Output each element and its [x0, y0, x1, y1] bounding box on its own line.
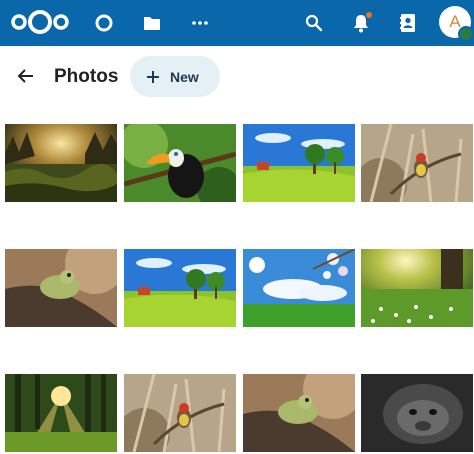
photo-gorilla-bw[interactable] [361, 374, 473, 452]
new-button[interactable]: New [130, 56, 220, 97]
notification-dot [366, 12, 372, 18]
photo-bird-in-reeds[interactable] [124, 374, 236, 452]
photo-frog-on-rock[interactable] [243, 374, 355, 452]
photo-toucan[interactable] [124, 124, 236, 202]
photo-forest-sunset[interactable] [5, 124, 117, 202]
back-button[interactable] [12, 62, 40, 90]
photo-bird-in-reeds[interactable] [361, 124, 473, 202]
contacts-icon[interactable] [393, 8, 423, 38]
new-button-label: New [170, 68, 199, 85]
more-apps-icon[interactable] [186, 9, 214, 37]
top-header [0, 0, 474, 46]
status-indicator [458, 26, 474, 42]
nextcloud-logo-icon[interactable] [8, 8, 72, 36]
photo-sky-blossoms[interactable] [243, 249, 355, 327]
back-arrow-icon [17, 69, 33, 83]
page-title: Photos [54, 66, 119, 87]
photo-forest-sunbeams[interactable] [5, 374, 117, 452]
search-icon[interactable] [300, 9, 328, 37]
photo-cartoon-meadow[interactable] [124, 249, 236, 327]
circle-app-icon[interactable] [90, 9, 118, 37]
photo-cartoon-meadow[interactable] [243, 124, 355, 202]
photo-sunlit-flower-meadow[interactable] [361, 249, 473, 327]
photo-frog-on-rock[interactable] [5, 249, 117, 327]
bell-icon[interactable] [346, 8, 376, 38]
plus-icon [147, 70, 159, 83]
folder-icon[interactable] [138, 9, 166, 37]
